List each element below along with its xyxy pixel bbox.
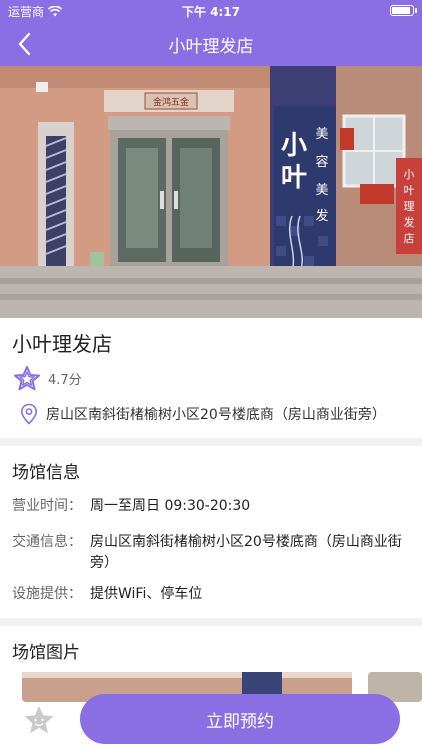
info-value: 房山区南斜街楮榆树小区20号楼底商（房山商业街旁） (90, 534, 402, 571)
bottom-action-bar: 立即预约 (0, 690, 422, 750)
info-row-transport: 交通信息： 房山区南斜街楮榆树小区20号楼底商（房山商业街旁） (12, 532, 410, 574)
shop-photo: 金鸿五金 小 叶 美 容 美 发 小 叶 理 发 店 (0, 66, 422, 318)
info-row-facilities: 设施提供： 提供WiFi、停车位 (12, 584, 410, 605)
venue-info-title: 场馆信息 (12, 463, 80, 483)
venue-info-card: 场馆信息 营业时间： 周一至周日 09:30-20:30 交通信息： 房山区南斜… (0, 446, 422, 618)
shop-name: 小叶理发店 (12, 332, 112, 356)
address-row[interactable]: 房山区南斜街楮榆树小区20号楼底商（房山商业街旁） (20, 403, 386, 425)
info-value: 提供WiFi、停车位 (90, 586, 203, 602)
pillar-sign-big-2: 叶 (281, 163, 307, 193)
svg-text:叶: 叶 (404, 184, 415, 197)
info-row-hours: 营业时间： 周一至周日 09:30-20:30 (12, 496, 410, 517)
storefront-top-sign: 金鸿五金 (153, 96, 189, 108)
svg-text:小: 小 (404, 168, 415, 181)
svg-text:理: 理 (404, 200, 415, 213)
pillar-sign-small-1: 美 (315, 127, 328, 142)
info-label: 交通信息： (12, 534, 82, 550)
favorite-star-icon[interactable] (22, 704, 56, 738)
pillar-sign-small-4: 发 (315, 208, 328, 224)
status-bar: 运营商 下午 4:17 (0, 0, 422, 22)
shop-address: 房山区南斜街楮榆树小区20号楼底商（房山商业街旁） (46, 407, 386, 423)
pillar-sign-big-1: 小 (281, 131, 307, 161)
battery-icon (390, 5, 417, 16)
shop-header-card: 小叶理发店 4.7分 房山区南斜街楮榆树小区20号楼底商（房山商业街旁） (0, 318, 422, 438)
rating-group: 4.7分 (12, 365, 82, 391)
info-label: 营业时间： (12, 498, 82, 514)
page-title: 小叶理发店 (168, 37, 254, 57)
pillar-sign-small-3: 美 (315, 183, 328, 198)
pillar-sign-small-2: 容 (315, 154, 328, 170)
status-time: 下午 4:17 (181, 5, 241, 19)
info-label: 设施提供： (12, 586, 82, 602)
location-pin-icon (20, 403, 38, 425)
rating-score: 4.7分 (48, 372, 82, 388)
svg-text:发: 发 (404, 215, 415, 229)
gallery-title: 场馆图片 (12, 643, 80, 663)
svg-text:店: 店 (404, 231, 415, 245)
nav-bar: 小叶理发店 (0, 22, 422, 66)
info-value: 周一至周日 09:30-20:30 (90, 498, 251, 514)
star-icon (14, 366, 40, 391)
book-now-button[interactable]: 立即预约 (80, 694, 400, 744)
